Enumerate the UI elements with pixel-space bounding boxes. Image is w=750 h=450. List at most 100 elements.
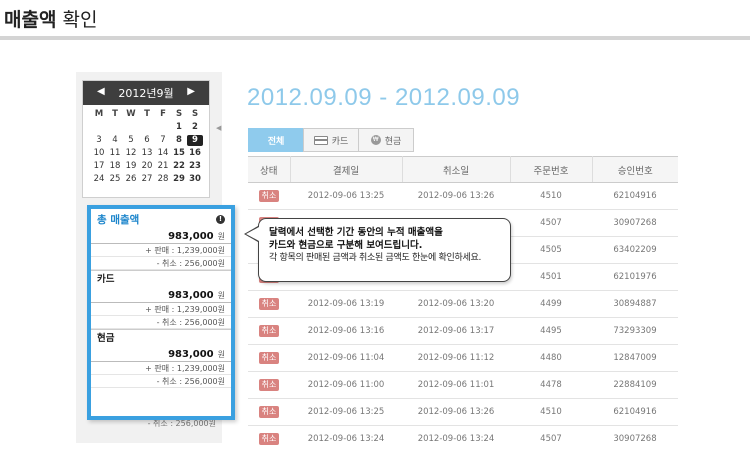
calendar-day[interactable]: 5 [123, 135, 139, 146]
table-row[interactable]: 취소 2012-09-06 13:16 2012-09-06 13:17 4495 73… [248, 317, 678, 345]
calendar-day[interactable]: 14 [155, 148, 171, 159]
calendar-day[interactable]: 11 [107, 148, 123, 159]
summary-card-sales: + 판매 : 1,239,000원 [91, 303, 231, 316]
summary-cash-block: 현금 983,000 원 + 판매 : 1,239,000원 - 취소 : 256… [91, 330, 231, 388]
calendar-day[interactable]: 18 [107, 161, 123, 172]
status-cell: 취소 [248, 425, 290, 446]
cancel-date-cell: 2012-09-06 11:12 [402, 344, 510, 372]
calendar-day[interactable]: 28 [155, 174, 171, 185]
col-cancel-date[interactable]: 취소일 [402, 156, 511, 183]
approval-number-cell: 12847009 [592, 344, 678, 372]
weekday-label: S [175, 109, 183, 119]
tooltip-line-2: 카드와 현금으로 구분해 보여드립니다. [269, 239, 423, 251]
summary-cash-title: 현금 [97, 333, 115, 344]
calendar-day[interactable]: 10 [91, 148, 107, 159]
date-range-label: 2012.09.09 - 2012.09.09 [247, 84, 521, 111]
calendar-month-label: 2012년9월 [118, 87, 174, 100]
calendar-day[interactable]: 16 [187, 148, 203, 159]
cancel-status-badge: 취소 [258, 433, 280, 445]
table-row[interactable]: 취소 2012-09-06 13:25 2012-09-06 13:26 4510 62… [248, 398, 678, 426]
payment-tabs: 전체 카드 ₩ 현금 [248, 128, 414, 152]
approval-number-cell: 30894887 [592, 290, 678, 318]
calendar-day[interactable]: 26 [123, 174, 139, 185]
calendar-day[interactable]: 19 [123, 161, 139, 172]
col-paid-date[interactable]: 결제일 [290, 156, 403, 183]
paid-date-cell: 2012-09-06 13:16 [290, 317, 402, 345]
calendar-day[interactable]: 15 [171, 148, 187, 159]
cancel-status-badge: 취소 [258, 406, 280, 418]
calendar-day[interactable]: 8 [171, 135, 187, 146]
status-cell: 취소 [248, 290, 290, 318]
status-cell: 취소 [248, 344, 290, 372]
order-number-cell: 4510 [510, 182, 592, 210]
calendar-day[interactable]: 12 [123, 148, 139, 159]
calendar-empty-cell [139, 122, 155, 133]
info-icon[interactable]: ! [216, 214, 225, 224]
calendar-day[interactable]: 6 [139, 135, 155, 146]
calendar: ◀ 2012년9월 ▶ M T W T F S S 1 2 3 4 5 6 7 8 9 10 11 12 13 14 15… [82, 80, 210, 198]
title-divider [0, 36, 750, 40]
tooltip-line-1: 달력에서 선택한 기간 동안의 누적 매출액을 [269, 227, 443, 238]
calendar-day[interactable]: 13 [139, 148, 155, 159]
cancel-date-cell: 2012-09-06 13:26 [402, 182, 510, 210]
calendar-day[interactable]: 9 [187, 135, 203, 146]
col-approval-number[interactable]: 승인번호 [592, 156, 678, 183]
calendar-day[interactable]: 30 [187, 174, 203, 185]
approval-number-cell: 30907268 [592, 209, 678, 237]
status-cell: 취소 [248, 398, 290, 426]
calendar-day[interactable]: 1 [171, 122, 187, 133]
order-number-cell: 4501 [510, 263, 592, 291]
summary-title: 총 매출액 [97, 213, 140, 226]
approval-number-cell: 73293309 [592, 317, 678, 345]
prev-month-icon[interactable]: ◀ [97, 86, 105, 97]
calendar-day[interactable]: 29 [171, 174, 187, 185]
approval-number-cell: 30907268 [592, 425, 678, 446]
status-cell: 취소 [248, 317, 290, 345]
calendar-day[interactable]: 25 [107, 174, 123, 185]
tab-cash[interactable]: ₩ 현금 [358, 128, 414, 152]
collapse-arrow-icon[interactable]: ◀ [216, 124, 221, 132]
paid-date-cell: 2012-09-06 13:24 [290, 425, 402, 446]
order-number-cell: 4478 [510, 371, 592, 399]
calendar-day[interactable]: 17 [91, 161, 107, 172]
tab-card[interactable]: 카드 [303, 128, 359, 152]
table-row[interactable]: 취소 2012-09-06 11:00 2012-09-06 11:01 4478 22… [248, 371, 678, 399]
paid-date-cell: 2012-09-06 13:25 [290, 398, 402, 426]
calendar-day[interactable]: 4 [107, 135, 123, 146]
summary-total-block: 983,000 원 + 판매 : 1,239,000원 - 취소 : 256,00… [91, 229, 231, 271]
calendar-empty-cell [123, 122, 139, 133]
summary-card-block: 카드 983,000 원 + 판매 : 1,239,000원 - 취소 : 256… [91, 271, 231, 330]
calendar-day[interactable]: 7 [155, 135, 171, 146]
col-status[interactable]: 상태 [248, 156, 291, 183]
total-amount-unit: 원 [217, 232, 225, 241]
summary-cash-cancels: - 취소 : 256,000원 [91, 375, 231, 388]
calendar-day[interactable]: 20 [139, 161, 155, 172]
table-row[interactable]: 취소 2012-09-06 13:25 2012-09-06 13:26 4510 62… [248, 182, 678, 210]
calendar-day[interactable]: 21 [155, 161, 171, 172]
calendar-day[interactable]: 2 [187, 122, 203, 133]
card-amount-unit: 원 [217, 291, 225, 300]
table-row[interactable]: 취소2012-09-06 13:242012-09-06 13:24450730… [248, 425, 678, 446]
summary-card-title: 카드 [97, 274, 115, 285]
calendar-day[interactable]: 22 [171, 161, 187, 172]
table-row[interactable]: 취소 2012-09-06 13:19 2012-09-06 13:20 4499 30… [248, 290, 678, 318]
coin-icon: ₩ [370, 135, 381, 145]
approval-number-cell: 62104916 [592, 182, 678, 210]
calendar-day[interactable]: 27 [139, 174, 155, 185]
calendar-day[interactable]: 24 [91, 174, 107, 185]
cancel-status-badge: 취소 [258, 352, 280, 364]
table-row[interactable]: 취소 2012-09-06 11:04 2012-09-06 11:12 4480 12… [248, 344, 678, 372]
col-order-number[interactable]: 주문번호 [510, 156, 593, 183]
calendar-empty-cell [155, 122, 171, 133]
summary-total-cancels: - 취소 : 256,000원 [91, 257, 231, 270]
calendar-day[interactable]: 3 [91, 135, 107, 146]
weekday-label: M [94, 109, 104, 119]
tab-all[interactable]: 전체 [248, 128, 304, 152]
transactions-table: 상태 결제일 취소일 주문번호 승인번호 취소 2012-09-06 13:25 2… [248, 156, 678, 446]
calendar-day[interactable]: 23 [187, 161, 203, 172]
summary-total-amount: 983,000 원 [91, 229, 231, 244]
next-month-icon[interactable]: ▶ [187, 86, 195, 97]
cancel-status-badge: 취소 [258, 379, 280, 391]
tab-cash-label: 현금 [384, 136, 402, 147]
transactions-table-wrap: 상태 결제일 취소일 주문번호 승인번호 취소 2012-09-06 13:25 2… [248, 156, 678, 446]
